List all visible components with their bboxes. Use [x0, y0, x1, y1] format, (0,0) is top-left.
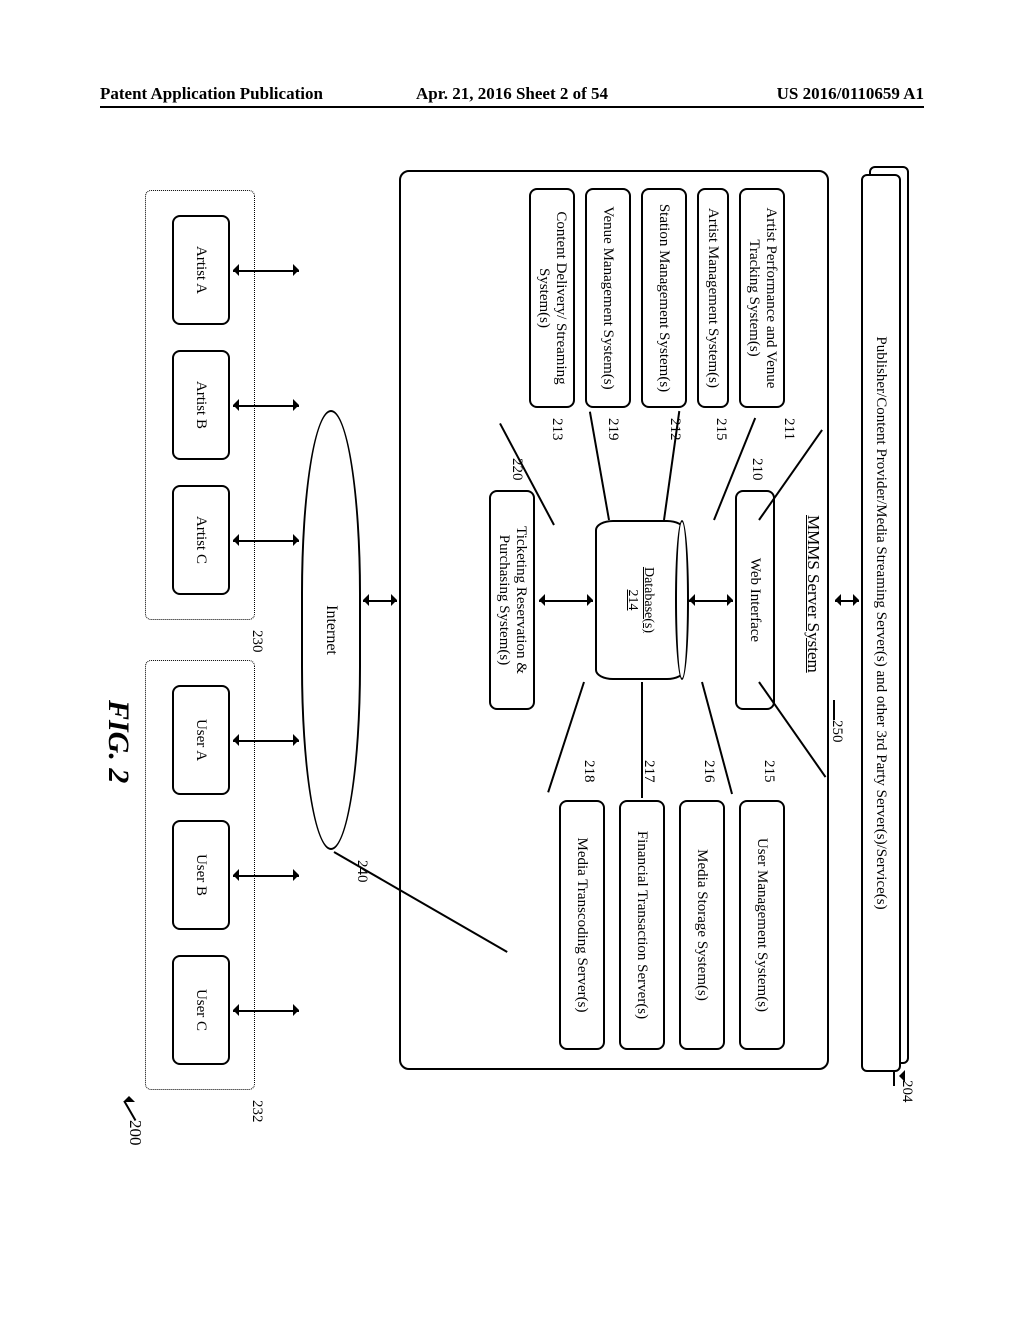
conn-aB	[233, 405, 299, 407]
user-c-text: User C	[193, 989, 210, 1031]
ref-200: 200	[125, 1120, 145, 1146]
database-text: Database(s)	[640, 522, 656, 678]
ref-230: 230	[248, 630, 265, 653]
conn-uA-dn	[227, 734, 239, 746]
venue-mgmt-text: Venue Management System(s)	[600, 206, 617, 389]
internet-text: Internet	[322, 605, 340, 655]
ref-250: 250	[828, 720, 845, 743]
internet-cloud: Internet	[301, 410, 361, 850]
artist-b-box: Artist B	[172, 350, 230, 460]
publishers-box: Publisher/Content Provider/Media Streami…	[861, 174, 901, 1072]
media-storage-box: Media Storage System(s)	[679, 800, 725, 1050]
content-delivery-text: Content Delivery/ Streaming System(s)	[535, 198, 569, 398]
ref-213: 213	[548, 418, 565, 441]
ref-204: 204	[898, 1080, 915, 1103]
leader-200	[124, 1101, 137, 1121]
conn-web-db-dn	[683, 594, 695, 606]
user-a-box: User A	[172, 685, 230, 795]
header-left: Patent Application Publication	[100, 84, 375, 104]
venue-mgmt-box: Venue Management System(s)	[585, 188, 631, 408]
conn-db-tkt-dn	[533, 594, 545, 606]
database-cyl: Database(s) 214	[595, 520, 685, 680]
fin-trans-box: Financial Transaction Server(s)	[619, 800, 665, 1050]
artist-perf-box: Artist Performance and Venue Tracking Sy…	[739, 188, 785, 408]
conn-aA-dn	[227, 264, 239, 276]
user-b-box: User B	[172, 820, 230, 930]
conn-aA	[233, 270, 299, 272]
artist-c-text: Artist C	[193, 516, 210, 564]
conn-aC-dn	[227, 534, 239, 546]
conn-uA-up	[293, 734, 305, 746]
conn-aB-dn	[227, 399, 239, 411]
user-mgmt-box: User Management System(s)	[739, 800, 785, 1050]
conn-uB-dn	[227, 869, 239, 881]
conn-pub-mmms-down	[829, 594, 841, 606]
conn-uA	[233, 740, 299, 742]
fin-trans-text: Financial Transaction Server(s)	[634, 831, 651, 1019]
ref-219: 219	[604, 418, 621, 441]
leader-200-arrow	[123, 1090, 135, 1102]
ref-211: 211	[780, 418, 797, 440]
ref-210: 210	[748, 458, 765, 481]
leader-250	[833, 700, 835, 720]
figure-area: Publisher/Content Provider/Media Streami…	[105, 160, 915, 1160]
media-transcode-text: Media Transcoding Server(s)	[574, 838, 591, 1013]
conn-uC	[233, 1010, 299, 1012]
user-mgmt-text: User Management System(s)	[754, 838, 771, 1012]
conn-mmms-net-up	[391, 594, 403, 606]
conn-uC-dn	[227, 1004, 239, 1016]
artist-mgmt-text: Artist Management System(s)	[705, 208, 722, 388]
station-mgmt-text: Station Management System(s)	[656, 204, 673, 392]
artist-mgmt-box: Artist Management System(s)	[697, 188, 729, 408]
publishers-text: Publisher/Content Provider/Media Streami…	[873, 336, 890, 909]
header-right: US 2016/0110659 A1	[649, 84, 924, 104]
ticketing-text: Ticketing Reservation & Purchasing Syste…	[495, 500, 529, 700]
ticketing-box: Ticketing Reservation & Purchasing Syste…	[489, 490, 535, 710]
conn-aC-up	[293, 534, 305, 546]
ref-218: 218	[580, 760, 597, 783]
web-interface-box: Web Interface	[735, 490, 775, 710]
ref-216: 216	[700, 760, 717, 783]
conn-uB-up	[293, 869, 305, 881]
fan-r3	[641, 682, 643, 798]
artist-perf-text: Artist Performance and Venue Tracking Sy…	[745, 198, 779, 398]
conn-db-tkt-up	[587, 594, 599, 606]
user-c-box: User C	[172, 955, 230, 1065]
conn-aB-up	[293, 399, 305, 411]
artist-a-text: Artist A	[193, 246, 210, 294]
header-center: Apr. 21, 2016 Sheet 2 of 54	[375, 84, 650, 104]
user-b-text: User B	[193, 854, 210, 896]
conn-uC-up	[293, 1004, 305, 1016]
web-interface-text: Web Interface	[747, 558, 764, 642]
conn-web-db-up	[727, 594, 739, 606]
artist-b-text: Artist B	[193, 381, 210, 429]
figure-caption: FIG. 2	[101, 700, 135, 783]
artist-c-box: Artist C	[172, 485, 230, 595]
mmms-title: MMMS Server System	[803, 515, 823, 673]
conn-db-tkt	[539, 600, 593, 602]
leader-204-arrow	[893, 1070, 905, 1082]
ref-215: 215	[760, 760, 777, 783]
artist-a-box: Artist A	[172, 215, 230, 325]
conn-pub-mmms-up	[853, 594, 865, 606]
ref-232: 232	[248, 1100, 265, 1123]
conn-aC	[233, 540, 299, 542]
conn-aA-up	[293, 264, 305, 276]
content-delivery-box: Content Delivery/ Streaming System(s)	[529, 188, 575, 408]
media-transcode-box: Media Transcoding Server(s)	[559, 800, 605, 1050]
page-header: Patent Application Publication Apr. 21, …	[100, 82, 924, 108]
media-storage-text: Media Storage System(s)	[694, 849, 711, 1001]
user-a-text: User A	[193, 719, 210, 761]
ref-215b: 215	[712, 418, 729, 441]
conn-uB	[233, 875, 299, 877]
station-mgmt-box: Station Management System(s)	[641, 188, 687, 408]
database-ref: 214	[624, 522, 640, 678]
